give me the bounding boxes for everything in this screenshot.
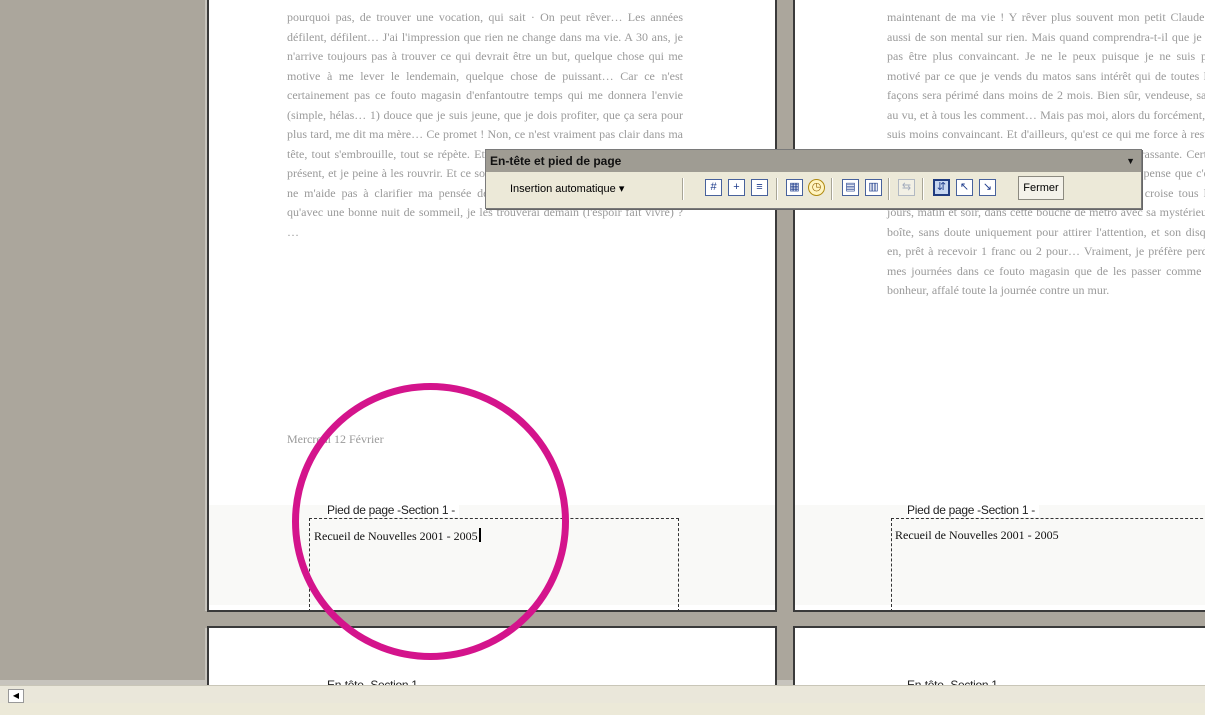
insert-time-icon[interactable]: ◷: [808, 179, 825, 196]
horizontal-scrollbar[interactable]: ◀: [0, 685, 1205, 704]
toolbar-separator: [888, 178, 890, 200]
page-setup-icon[interactable]: ▤: [842, 179, 859, 196]
left-gutter: [0, 0, 205, 680]
format-page-number-icon[interactable]: ≡: [751, 179, 768, 196]
toolbar-separator: [922, 178, 924, 200]
footer-section-label: Pied de page -Section 1 -: [907, 503, 1039, 517]
footer-text[interactable]: Recueil de Nouvelles 2001 - 2005: [895, 528, 1059, 543]
close-toolbar-button[interactable]: Fermer: [1018, 176, 1064, 200]
document-page-next-right[interactable]: En-tête -Section 1 -: [793, 626, 1205, 686]
middle-gutter: [776, 0, 794, 680]
page-number-icon[interactable]: #: [705, 179, 722, 196]
toolbar-separator: [776, 178, 778, 200]
show-hide-text-icon[interactable]: ▥: [865, 179, 882, 196]
page-count-icon[interactable]: +: [728, 179, 745, 196]
document-page-right[interactable]: maintenant de ma vie ! Y rêver plus souv…: [793, 0, 1205, 612]
highlight-circle: [292, 383, 569, 660]
toolbar-separator: [682, 178, 684, 200]
show-previous-icon[interactable]: ↖: [956, 179, 973, 196]
insert-date-icon[interactable]: ▦: [786, 179, 803, 196]
switch-header-footer-icon[interactable]: ⇵: [933, 179, 950, 196]
toolbar-separator: [831, 178, 833, 200]
scroll-left-icon[interactable]: ◀: [8, 689, 24, 703]
show-next-icon[interactable]: ↘: [979, 179, 996, 196]
toolbar-title-bar[interactable]: En-tête et pied de page ▼: [486, 150, 1141, 172]
header-footer-toolbar[interactable]: En-tête et pied de page ▼ Insertion auto…: [485, 149, 1142, 209]
status-bar: [0, 703, 1205, 715]
toolbar-title: En-tête et pied de page: [490, 154, 622, 168]
toolbar-options-icon[interactable]: ▼: [1126, 150, 1135, 172]
toolbar-buttons: Insertion automatique ▾ # + ≡ ▦ ◷ ▤ ▥ ⇆ …: [486, 172, 1141, 208]
insert-auto-text-button[interactable]: Insertion automatique ▾: [500, 178, 634, 200]
same-as-previous-icon[interactable]: ⇆: [898, 179, 915, 196]
